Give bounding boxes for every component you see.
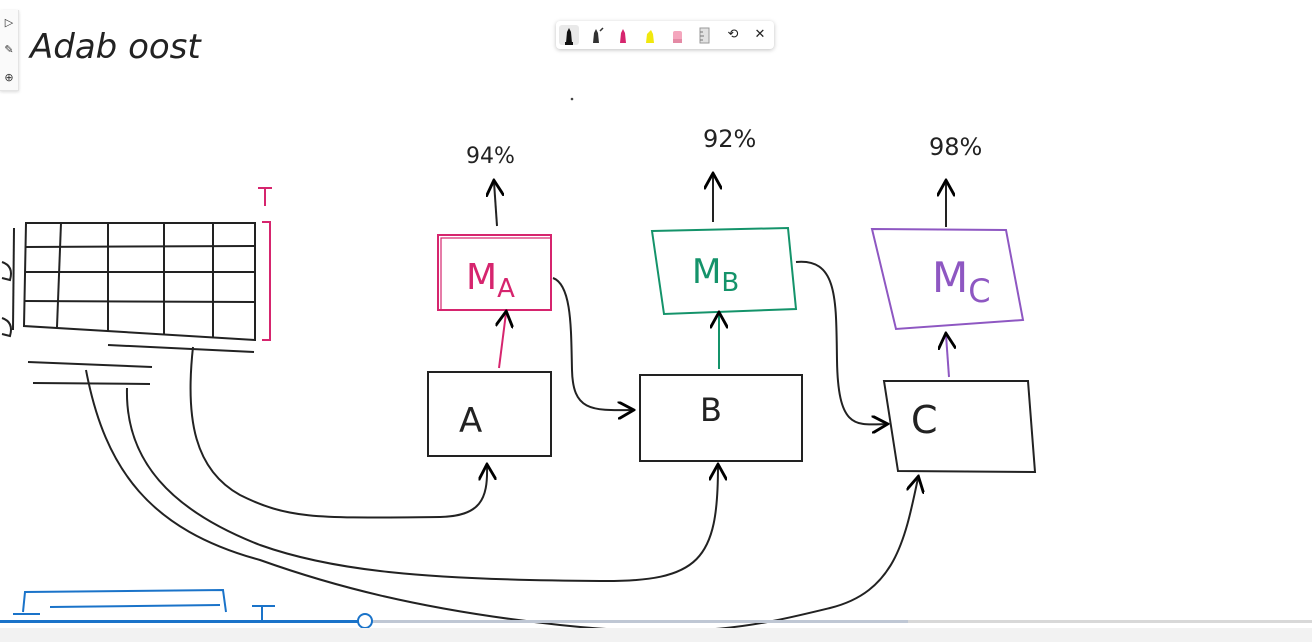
data-flow-curves	[85, 346, 918, 633]
model-box-b: MB	[650, 226, 798, 316]
svg-text:MA: MA	[466, 257, 515, 304]
black-pen[interactable]	[559, 25, 579, 45]
output-arrows	[494, 175, 946, 227]
learner-box-b: B	[639, 374, 803, 462]
learner-a-label: A	[459, 401, 482, 441]
pink-pen[interactable]	[613, 25, 633, 45]
seek-progress	[0, 620, 365, 623]
model-a-symbol: M	[466, 257, 497, 298]
learner-c-label: C	[911, 398, 938, 442]
model-box-a: MA	[437, 234, 552, 311]
add-icon[interactable]: ⊕	[2, 71, 16, 85]
model-box-c: MC	[870, 227, 1025, 331]
learner-b-label: B	[700, 391, 722, 429]
learner-box-c: C	[882, 380, 1037, 474]
svg-text:MB: MB	[692, 252, 739, 298]
model-b-subscript: B	[721, 268, 739, 298]
black-pen-2[interactable]	[586, 25, 606, 45]
model-c-subscript: C	[968, 272, 990, 310]
arrow-a-to-model	[499, 313, 506, 369]
model-a-subscript: A	[497, 274, 515, 304]
model-c-symbol: M	[932, 253, 968, 302]
close-icon[interactable]: ✕	[750, 25, 770, 45]
dataset-grid	[1, 222, 256, 385]
svg-text:MC: MC	[932, 253, 991, 310]
pen-icon[interactable]: ✎	[2, 43, 16, 57]
pen-toolbar: ⟲ ✕	[556, 21, 774, 49]
pointer-icon[interactable]: ▷	[2, 16, 16, 30]
player-controls-strip	[0, 628, 1312, 642]
seek-handle[interactable]	[356, 613, 373, 629]
accuracy-a: 94%	[466, 144, 515, 169]
board-title: Adab oost	[28, 27, 202, 67]
pink-eraser[interactable]	[667, 25, 687, 45]
video-seekbar[interactable]	[0, 613, 1312, 629]
left-toolbar: ▷ ✎ ⊕	[0, 10, 19, 91]
lasso-icon[interactable]: ⟲	[723, 25, 743, 45]
model-b-symbol: M	[692, 252, 721, 292]
stray-dot	[570, 97, 574, 101]
yellow-highlighter[interactable]	[640, 25, 660, 45]
learner-box-a: A	[427, 371, 552, 457]
ruler[interactable]	[694, 25, 714, 45]
accuracy-b: 92%	[703, 125, 756, 153]
arrow-c-to-model	[946, 335, 949, 378]
whiteboard-canvas[interactable]: Adab oost A B C MA MB MC 94% 92% 98%	[0, 0, 1312, 642]
accuracy-c: 98%	[929, 133, 982, 161]
dataset-bracket	[258, 187, 272, 341]
